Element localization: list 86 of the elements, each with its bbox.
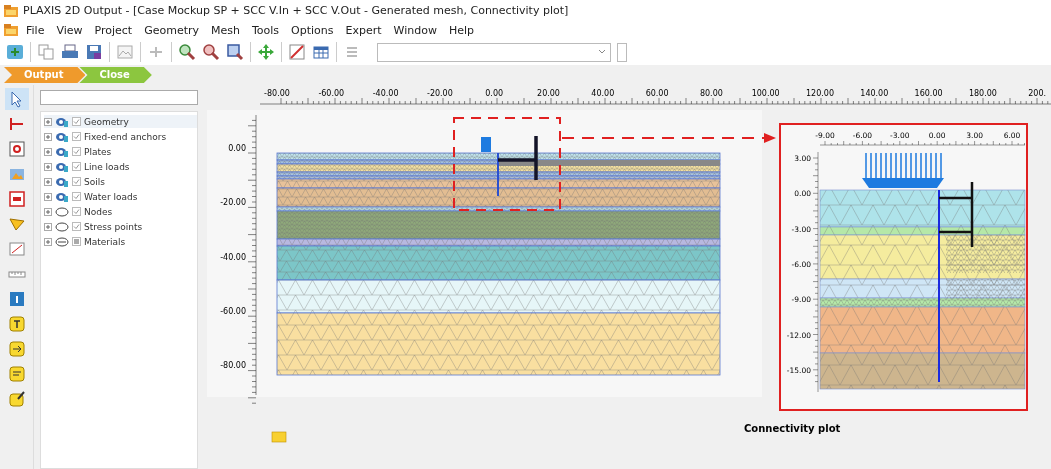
checkbox[interactable] [72, 162, 81, 171]
checkbox[interactable] [72, 207, 81, 216]
axis-label: 20.00 [537, 89, 560, 98]
zoom-window-icon[interactable] [226, 43, 244, 61]
menu-item[interactable]: View [50, 23, 89, 37]
tree-item-label[interactable]: Water loads [84, 191, 138, 202]
anchor-drawing [937, 180, 974, 249]
checkbox[interactable] [72, 177, 81, 186]
checkbox[interactable] [72, 192, 81, 201]
open-file-icon[interactable] [6, 43, 24, 61]
table-icon[interactable] [312, 43, 330, 61]
circle-icon[interactable] [55, 206, 69, 217]
app-icon [4, 24, 18, 36]
search-field[interactable] [40, 90, 198, 105]
axis-label: 100.00 [751, 89, 780, 98]
spinner[interactable] [617, 42, 627, 62]
copy-icon[interactable] [37, 43, 55, 61]
circle-icon[interactable] [55, 221, 69, 232]
menu-item[interactable]: Expert [339, 23, 388, 37]
tree-item-label[interactable]: Plates [84, 146, 112, 157]
expand-icon[interactable] [44, 222, 52, 231]
tree-item-label[interactable]: Soils [84, 176, 105, 187]
palette-icon[interactable] [55, 236, 69, 247]
tree-item-label[interactable]: Nodes [84, 206, 113, 217]
checkbox[interactable] [72, 222, 81, 231]
eye-icon[interactable] [55, 161, 69, 172]
expand-icon[interactable] [44, 132, 52, 141]
eye-icon[interactable] [55, 191, 69, 202]
menu-item[interactable]: Mesh [205, 23, 246, 37]
zoom-in-icon[interactable] [178, 43, 196, 61]
axis-label: 180.00 [968, 89, 997, 98]
axis-label: 200. [1028, 89, 1047, 98]
zoom-out-icon[interactable] [202, 43, 220, 61]
expand-icon[interactable] [44, 177, 52, 186]
eye-icon[interactable] [55, 176, 69, 187]
eye-icon[interactable] [55, 146, 69, 157]
move-icon[interactable] [257, 43, 275, 61]
window-title: PLAXIS 2D Output - [Case Mockup SP + SCC V.In + SCC V.Out - Generated mesh, Connectivity plot] [23, 4, 569, 17]
tree-item-label[interactable]: Stress points [84, 221, 143, 232]
menu-item[interactable]: Help [443, 23, 481, 37]
axis-label: 40.00 [591, 89, 615, 98]
axis-label: -20.00 [427, 89, 453, 98]
menu-item[interactable]: Window [387, 23, 443, 37]
checkbox[interactable] [72, 132, 81, 141]
axis-label: 120.00 [806, 89, 834, 98]
expand-icon[interactable] [44, 192, 52, 201]
dropdown-field[interactable] [377, 42, 611, 62]
axis-label: 80.00 [699, 89, 723, 98]
plot-caption: Connectivity plot [744, 423, 841, 434]
checkbox[interactable] [72, 117, 81, 126]
expand-icon[interactable] [44, 162, 52, 171]
axis-label: -40.00 [220, 252, 246, 262]
axis-label: -60.00 [318, 89, 345, 98]
axis-label: 140.00 [860, 89, 889, 98]
select-pointer-icon[interactable] [4, 88, 29, 110]
print-icon[interactable] [61, 43, 79, 61]
axis-label: 0.00 [228, 144, 246, 153]
menu-item[interactable]: Options [285, 23, 340, 37]
expand-icon[interactable] [44, 207, 52, 216]
axis-label: -20.00 [220, 198, 246, 208]
tree-item-label[interactable]: Line loads [84, 161, 130, 172]
axis-label: -80.00 [220, 361, 246, 371]
axis-label: -40.00 [372, 89, 399, 98]
tree-item-label[interactable]: Materials [84, 236, 126, 247]
menu-item[interactable]: Geometry [138, 23, 206, 37]
checkbox[interactable] [72, 237, 81, 246]
app-icon [4, 4, 18, 17]
expand-icon[interactable] [44, 237, 52, 246]
checkbox[interactable] [72, 147, 81, 156]
eye-icon[interactable] [55, 116, 69, 127]
axis-label: 60.00 [645, 89, 669, 98]
tree-item-label[interactable]: Fixed-end anchors [84, 131, 167, 142]
scale-icon[interactable] [288, 43, 306, 61]
axis-label: -80.00 [264, 89, 290, 98]
caret-icon [598, 49, 606, 55]
menu-item[interactable]: Tools [246, 23, 286, 37]
eye-icon[interactable] [55, 131, 69, 142]
axis-label: 0.00 [485, 89, 504, 98]
expand-icon[interactable] [44, 147, 52, 156]
save-icon[interactable] [85, 43, 103, 61]
axis-label: -60.00 [220, 306, 246, 316]
menu-item[interactable]: File [20, 23, 51, 37]
axis-label: 160.00 [914, 89, 943, 98]
image-icon[interactable] [116, 43, 134, 61]
expand-icon[interactable] [44, 117, 52, 126]
menu-item[interactable]: Project [88, 23, 139, 37]
